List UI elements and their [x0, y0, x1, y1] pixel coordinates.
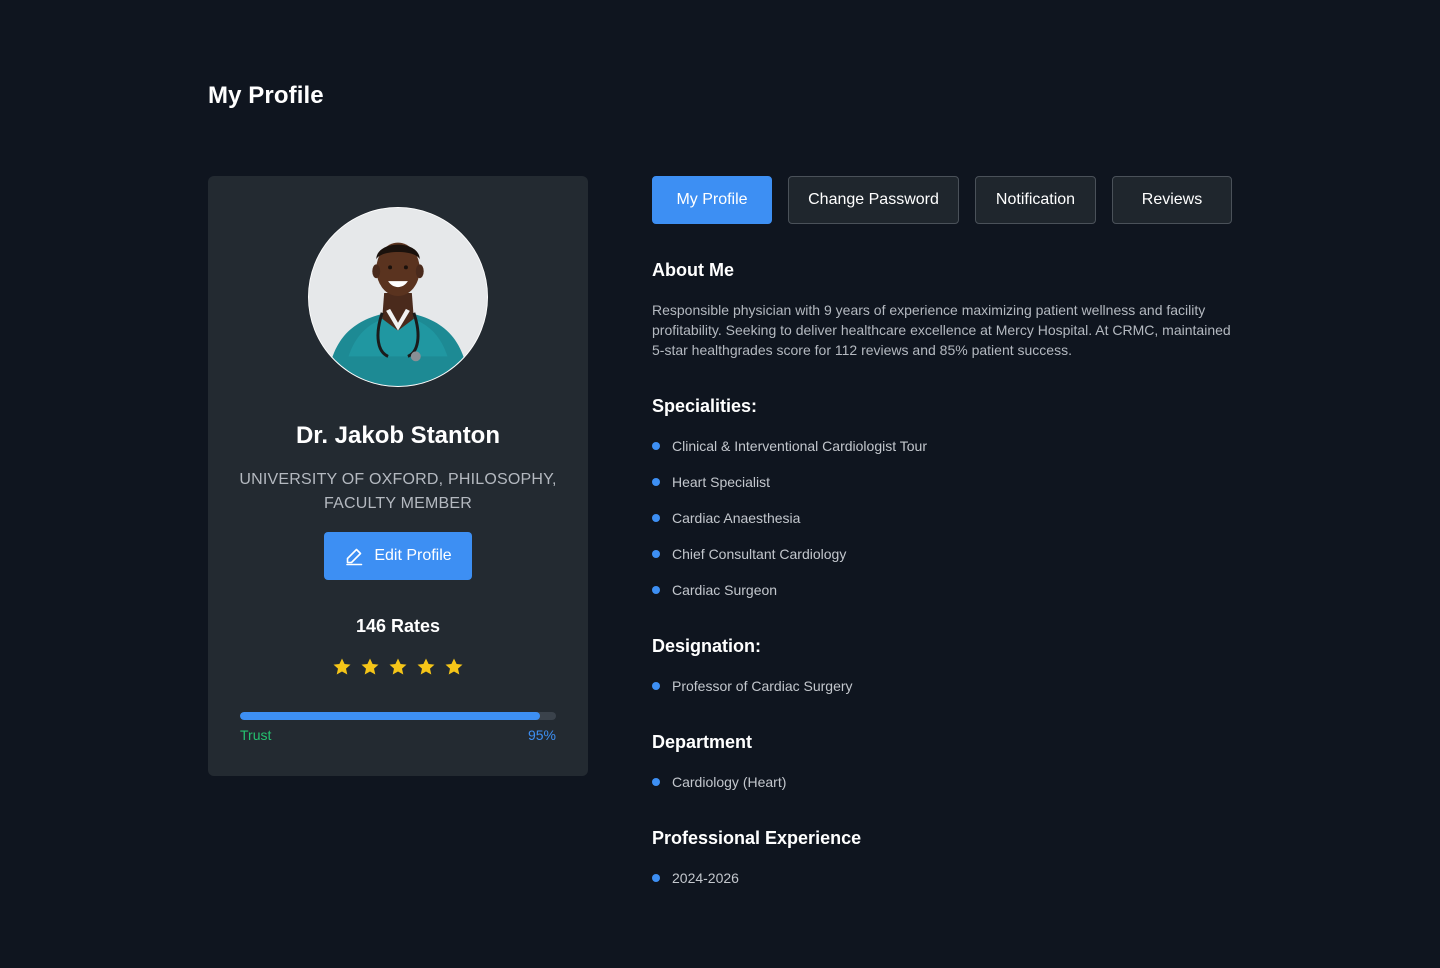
list-item: Clinical & Interventional Cardiologist T… — [652, 436, 927, 472]
speciality-text: Chief Consultant Cardiology — [672, 546, 847, 562]
bullet-dot-icon — [652, 514, 660, 522]
bullet-dot-icon — [652, 778, 660, 786]
tab-change-password[interactable]: Change Password — [788, 176, 959, 224]
list-item: Professor of Cardiac Surgery — [652, 676, 853, 712]
about-title: About Me — [652, 260, 734, 280]
experience-title: Professional Experience — [652, 828, 862, 848]
star-icon — [445, 658, 463, 675]
list-item: Cardiology (Heart) — [652, 772, 786, 808]
trust-label: Trust — [240, 727, 272, 743]
list-item: Chief Consultant Cardiology — [652, 544, 927, 580]
experience-list: 2024-2026 — [652, 868, 739, 904]
list-item: 2024-2026 — [652, 868, 739, 904]
specialities-list: Clinical & Interventional Cardiologist T… — [652, 436, 927, 616]
list-item: Cardiac Surgeon — [652, 580, 927, 616]
speciality-text: Cardiac Surgeon — [672, 582, 778, 598]
bullet-dot-icon — [652, 682, 660, 690]
list-item: Heart Specialist — [652, 472, 927, 508]
bullet-dot-icon — [652, 874, 660, 882]
edit-profile-button[interactable]: Edit Profile — [324, 532, 472, 580]
designation-title: Designation: — [652, 636, 762, 656]
tab-notification[interactable]: Notification — [975, 176, 1096, 224]
tab-my-profile[interactable]: My Profile — [652, 176, 772, 224]
trust-progress-bar — [240, 712, 556, 720]
doctor-affiliation: UNIVERSITY OF OXFORD, PHILOSOPHY, FACULT… — [239, 471, 557, 512]
star-icon — [361, 658, 379, 675]
department-text: Cardiology (Heart) — [672, 774, 787, 790]
experience-text: 2024-2026 — [672, 870, 739, 886]
designation-list: Professor of Cardiac Surgery — [652, 676, 853, 712]
profile-page: My Profile Dr. Jakob Stanton UNIVERSITY … — [0, 0, 1440, 968]
bullet-dot-icon — [652, 550, 660, 558]
star-icon — [333, 658, 351, 675]
doctor-portrait-image — [309, 208, 487, 386]
department-title: Department — [652, 732, 753, 752]
department-list: Cardiology (Heart) — [652, 772, 786, 808]
tab-reviews[interactable]: Reviews — [1112, 176, 1232, 224]
bullet-dot-icon — [652, 586, 660, 594]
designation-text: Professor of Cardiac Surgery — [672, 678, 853, 694]
speciality-text: Clinical & Interventional Cardiologist T… — [672, 438, 927, 454]
specialities-title: Specialities: — [652, 396, 758, 416]
avatar — [308, 207, 488, 387]
page-title: My Profile — [208, 82, 324, 109]
speciality-text: Cardiac Anaesthesia — [672, 510, 801, 526]
trust-value: 95% — [527, 727, 556, 743]
bullet-dot-icon — [652, 442, 660, 450]
bullet-dot-icon — [652, 478, 660, 486]
trust-progress-fill — [240, 712, 541, 720]
pencil-edit-icon — [346, 548, 363, 566]
profile-card: Dr. Jakob Stanton UNIVERSITY OF OXFORD, … — [208, 176, 588, 776]
list-item: Cardiac Anaesthesia — [652, 508, 927, 544]
rates-count: 146 Rates — [355, 616, 441, 636]
doctor-name: Dr. Jakob Stanton — [295, 422, 501, 449]
speciality-text: Heart Specialist — [672, 474, 771, 490]
about-text: Responsible physician with 9 years of ex… — [652, 302, 1231, 358]
edit-profile-label: Edit Profile — [374, 547, 452, 564]
star-icon — [417, 658, 435, 675]
star-icon — [389, 658, 407, 675]
star-rating — [208, 657, 588, 677]
